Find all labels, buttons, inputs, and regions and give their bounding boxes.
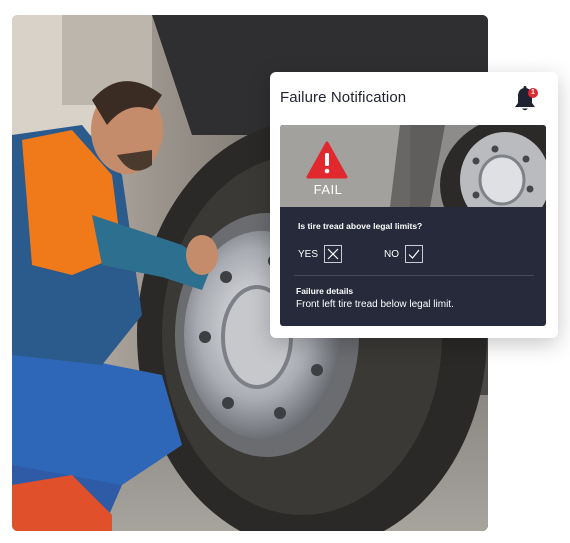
failure-details-title: Failure details xyxy=(296,286,354,296)
option-yes-label: YES xyxy=(298,248,319,260)
option-no[interactable]: NO xyxy=(384,243,423,265)
fail-status-label: FAIL xyxy=(313,182,343,197)
card-title: Failure Notification xyxy=(280,89,407,106)
inspection-question: Is tire tread above legal limits? xyxy=(298,221,423,231)
failure-notification-card: Failure Notification 1 FAIL Is tire trea… xyxy=(270,72,558,338)
x-mark-icon xyxy=(327,248,339,260)
notification-badge: 1 xyxy=(528,88,538,98)
warning-icon xyxy=(306,141,348,179)
yes-checkbox[interactable] xyxy=(324,245,343,263)
option-yes[interactable]: YES xyxy=(298,243,343,265)
no-checkbox[interactable] xyxy=(405,245,423,263)
option-no-label: NO xyxy=(384,248,399,260)
inspection-panel: FAIL Is tire tread above legal limits? Y… xyxy=(280,125,546,326)
check-icon xyxy=(408,249,420,259)
failure-details-text: Front left tire tread below legal limit. xyxy=(296,299,454,310)
divider xyxy=(294,275,534,276)
